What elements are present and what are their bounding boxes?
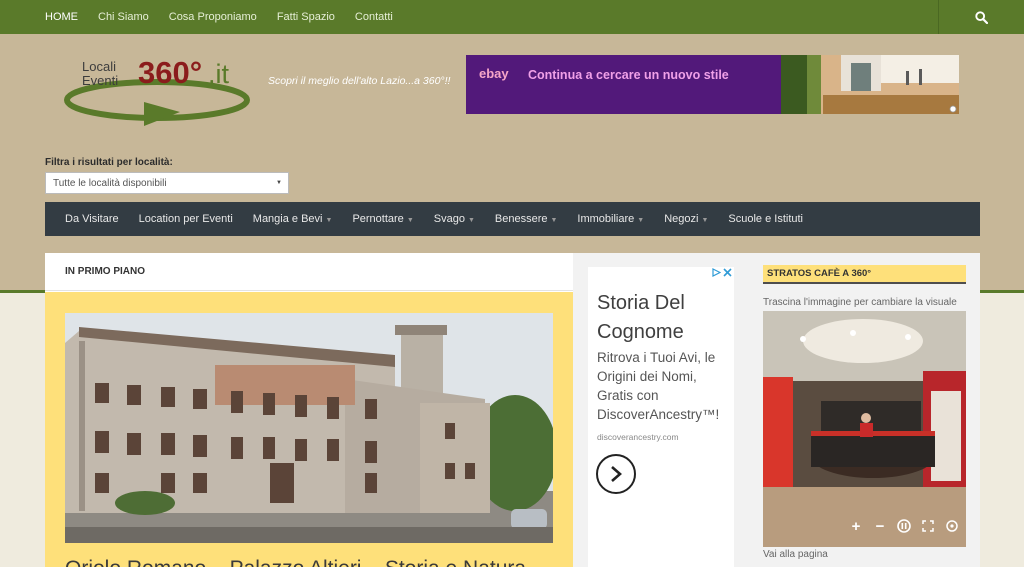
nav-immobiliare[interactable]: Immobiliare ▼ [577, 213, 644, 225]
panorama-360-viewer[interactable]: + − [763, 311, 966, 547]
main-nav: Da Visitare Location per Eventi Mangia e… [45, 202, 980, 236]
nav-label: Mangia e Bevi [252, 213, 323, 225]
top-bar: HOME Chi Siamo Cosa Proponiamo Fatti Spa… [0, 0, 1024, 34]
pause-icon[interactable] [895, 517, 913, 535]
side-ad-url: discoverancestry.com [597, 432, 679, 442]
fullscreen-icon[interactable] [919, 517, 937, 535]
caret-down-icon: ▼ [637, 217, 645, 224]
top-nav-home[interactable]: HOME [45, 11, 78, 23]
top-nav-cosa-proponiamo[interactable]: Cosa Proponiamo [169, 11, 257, 23]
featured-photo[interactable] [65, 313, 553, 543]
logo-text-tld: .it [208, 59, 230, 89]
ebay-logo: ebay [479, 66, 509, 81]
side-ad-open-button[interactable] [596, 454, 636, 494]
featured-column: IN PRIMO PIANO [45, 253, 573, 567]
fullscreen-glyph [922, 520, 934, 532]
info-glyph [946, 520, 958, 532]
ad-close-icon[interactable] [723, 268, 732, 277]
search-icon [975, 10, 988, 24]
nav-label: Negozi [664, 213, 699, 225]
nav-label: Immobiliare [577, 213, 635, 225]
filter-label: Filtra i risultati per località: [45, 157, 173, 168]
zoom-out-icon[interactable]: − [871, 517, 889, 535]
zoom-in-icon[interactable]: + [847, 517, 865, 535]
nav-da-visitare[interactable]: Da Visitare [65, 213, 119, 225]
caret-down-icon: ▼ [406, 217, 414, 224]
info-icon[interactable] [943, 517, 961, 535]
nav-label: Da Visitare [65, 213, 119, 225]
nav-location-eventi[interactable]: Location per Eventi [139, 213, 233, 225]
section-title: IN PRIMO PIANO [45, 253, 573, 291]
caret-down-icon: ▼ [701, 217, 709, 224]
nav-scuole-istituti[interactable]: Scuole e Istituti [728, 213, 803, 225]
ad-banner-text: Continua a cercare un nuovo stile [528, 68, 729, 82]
nav-svago[interactable]: Svago ▼ [434, 213, 475, 225]
featured-article-title[interactable]: Oriolo Romano – Palazzo Altieri – Storia… [65, 557, 526, 567]
ad-banner-photo [781, 55, 959, 114]
caret-down-icon: ▼ [467, 217, 475, 224]
ad-banner-ebay[interactable]: ebay Continua a cercare un nuovo stile [466, 55, 959, 114]
side-ad-discoverancestry[interactable]: Storia Del Cognome Ritrova i Tuoi Avi, l… [588, 267, 734, 567]
logo-text-eventi: Eventi [82, 73, 119, 88]
sidebar-widget-title: STRATOS CAFÈ A 360° [763, 265, 966, 284]
top-nav-contatti[interactable]: Contatti [355, 11, 393, 23]
sidebar: STRATOS CAFÈ A 360° Trascina l'immagine … [760, 253, 980, 567]
ad-choices[interactable] [712, 268, 732, 277]
side-ad-body: Ritrova i Tuoi Avi, le Origini dei Nomi,… [597, 350, 720, 422]
chevron-right-icon [611, 466, 622, 482]
site-logo[interactable]: Locali Eventi 360° .it [62, 56, 257, 130]
nav-label: Pernottare [352, 213, 404, 225]
nav-mangia-bevi[interactable]: Mangia e Bevi ▼ [253, 213, 333, 225]
top-nav: HOME Chi Siamo Cosa Proponiamo Fatti Spa… [45, 0, 413, 34]
nav-pernottare[interactable]: Pernottare ▼ [352, 213, 413, 225]
main-content: IN PRIMO PIANO Storia Del Cognome Ritrov… [45, 253, 980, 567]
nav-label: Svago [433, 213, 465, 225]
panorama-image[interactable] [763, 311, 966, 547]
sidebar-page-link[interactable]: Vai alla pagina [763, 549, 828, 560]
nav-benessere[interactable]: Benessere ▼ [495, 213, 558, 225]
logo-text-360: 360° [138, 55, 203, 90]
location-filter-value: Tutte le località disponibili [53, 178, 167, 189]
search-button[interactable] [938, 0, 1024, 34]
featured-card[interactable]: Oriolo Romano – Palazzo Altieri – Storia… [45, 292, 573, 567]
ad-choices-icon[interactable] [712, 268, 721, 277]
nav-negozi[interactable]: Negozi ▼ [664, 213, 708, 225]
logo-text-locali: Locali [82, 59, 116, 74]
top-nav-fatti-spazio[interactable]: Fatti Spazio [277, 11, 335, 23]
nav-label: Location per Eventi [138, 213, 233, 225]
nav-label: Scuole e Istituti [728, 213, 803, 225]
top-nav-chi-siamo[interactable]: Chi Siamo [98, 11, 149, 23]
sidebar-hint: Trascina l'immagine per cambiare la visu… [763, 297, 957, 308]
nav-label: Benessere [494, 213, 548, 225]
panorama-controls: + − [847, 517, 961, 535]
site-tagline: Scopri il meglio dell'alto Lazio...a 360… [268, 75, 451, 87]
location-filter-select[interactable]: Tutte le località disponibili ▼ [45, 172, 289, 194]
side-ad-title: Storia Del Cognome [597, 292, 685, 343]
pause-glyph [897, 519, 911, 533]
dropdown-arrow-icon: ▼ [276, 180, 282, 186]
middle-ad-column: Storia Del Cognome Ritrova i Tuoi Avi, l… [573, 253, 760, 567]
caret-down-icon: ▼ [325, 217, 333, 224]
caret-down-icon: ▼ [550, 217, 558, 224]
